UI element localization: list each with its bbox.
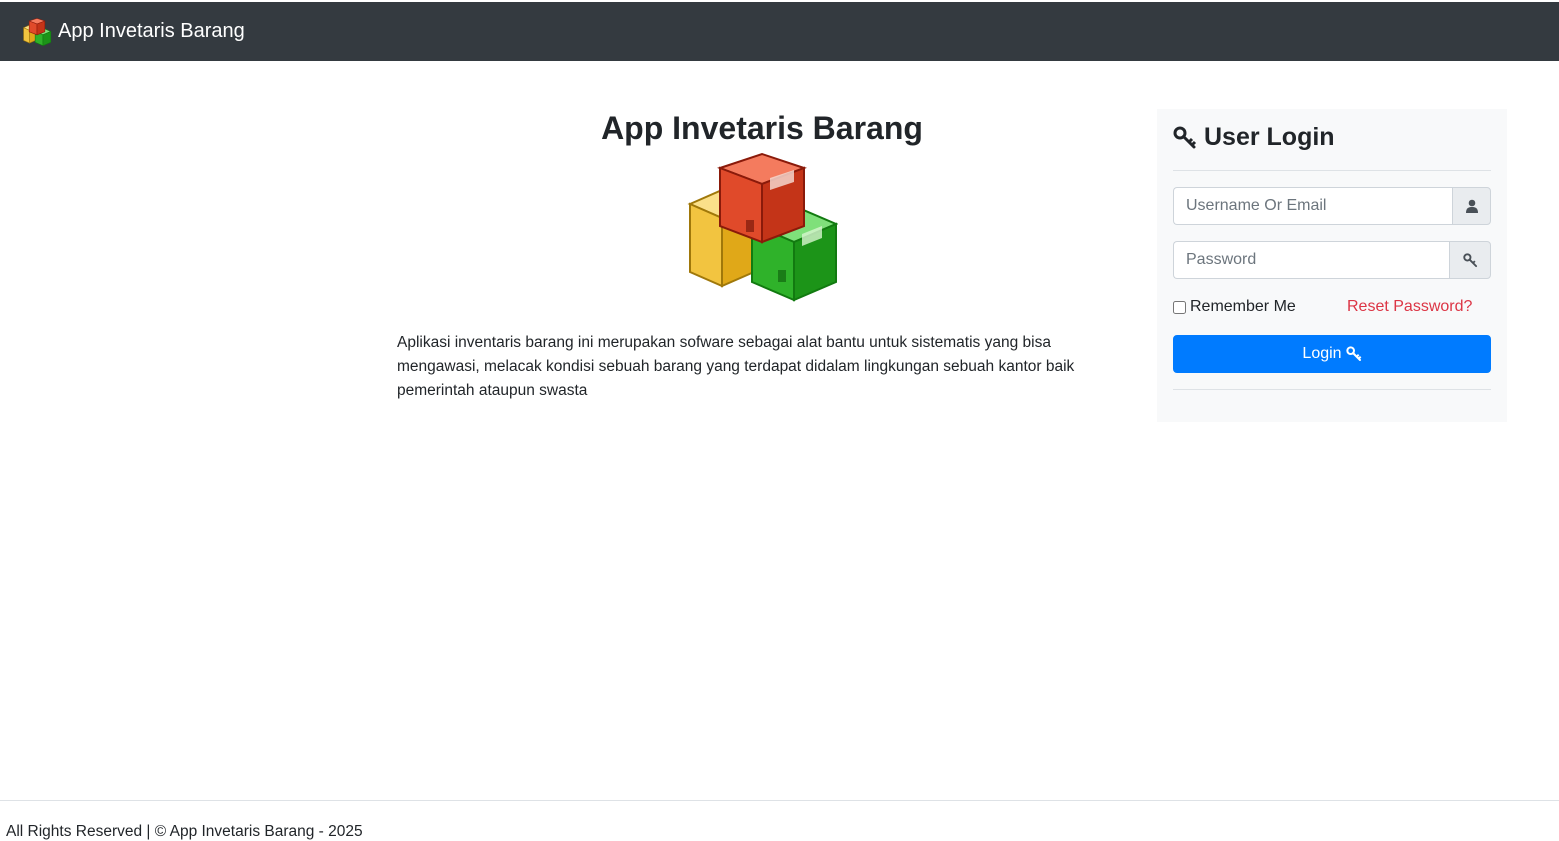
login-title: User Login [1173, 123, 1335, 152]
login-button-label: Login [1302, 345, 1342, 362]
footer-copyright: All Rights Reserved | © App Invetaris Ba… [6, 823, 363, 840]
navbar: App Invetaris Barang [0, 2, 1559, 61]
password-input[interactable] [1173, 241, 1449, 279]
key-icon [1345, 346, 1361, 361]
boxes-icon [22, 17, 52, 46]
key-icon [1173, 126, 1197, 148]
remember-me[interactable]: Remember Me [1173, 298, 1296, 316]
app-description: Aplikasi inventaris barang ini merupakan… [397, 334, 1075, 399]
login-button[interactable]: Login [1173, 335, 1491, 373]
key-icon [1462, 252, 1477, 267]
login-title-label: User Login [1204, 123, 1335, 151]
username-addon [1452, 187, 1491, 225]
boxes-icon [687, 152, 838, 302]
remember-me-label: Remember Me [1190, 298, 1296, 315]
password-addon [1449, 241, 1491, 279]
divider [1173, 170, 1491, 171]
page-title: App Invetaris Barang [601, 110, 923, 146]
login-panel: User Login Remember Me Reset Password? L… [1157, 109, 1507, 422]
username-group [1173, 187, 1491, 225]
username-input[interactable] [1173, 187, 1452, 225]
footer-divider [0, 800, 1559, 801]
password-group [1173, 241, 1491, 279]
navbar-brand-label: App Invetaris Barang [58, 20, 245, 42]
remember-me-checkbox[interactable] [1173, 300, 1186, 314]
user-icon [1465, 199, 1478, 213]
reset-password-link[interactable]: Reset Password? [1347, 298, 1472, 316]
navbar-brand[interactable]: App Invetaris Barang [22, 17, 245, 46]
divider [1173, 389, 1491, 390]
